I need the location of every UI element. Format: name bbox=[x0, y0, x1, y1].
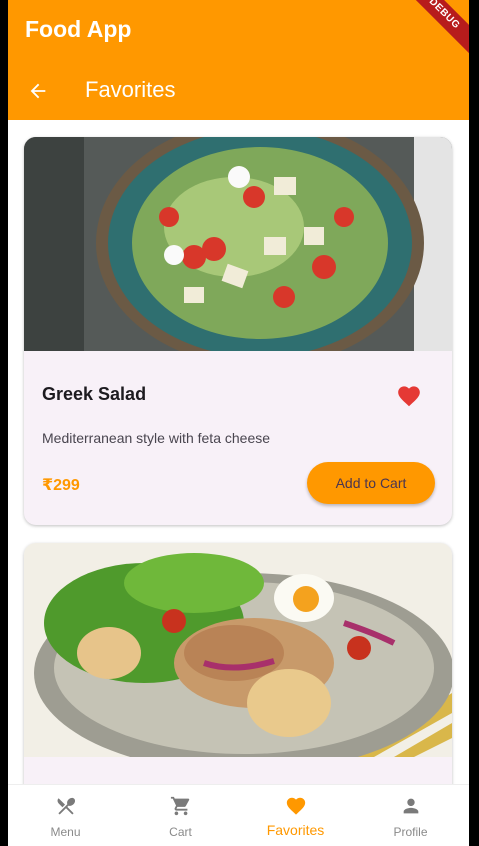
favorite-card bbox=[24, 543, 452, 784]
app-bar: Food App Favorites DEBUG bbox=[8, 0, 469, 120]
bottom-navigation: Menu Cart Favorites Profile bbox=[8, 784, 469, 846]
nav-item-profile[interactable]: Profile bbox=[353, 785, 468, 846]
dish-name: Greek Salad bbox=[42, 384, 147, 404]
nav-item-menu[interactable]: Menu bbox=[8, 785, 123, 846]
nav-item-favorites[interactable]: Favorites bbox=[238, 785, 353, 846]
nav-label: Favorites bbox=[266, 822, 325, 838]
heart-icon[interactable] bbox=[396, 383, 422, 407]
cart-icon bbox=[170, 796, 190, 816]
add-to-cart-button[interactable]: Add to Cart bbox=[307, 462, 435, 504]
dish-price: ₹299 bbox=[42, 477, 80, 494]
dish-description: Mediterranean style with feta cheese bbox=[42, 430, 271, 446]
favorite-card: Greek Salad Mediterranean style with fet… bbox=[24, 137, 452, 525]
back-arrow-icon[interactable] bbox=[27, 80, 49, 102]
app-title: Food App bbox=[25, 16, 132, 42]
page-title: Favorites bbox=[85, 77, 176, 102]
nav-label: Profile bbox=[393, 825, 428, 839]
heart-icon bbox=[286, 797, 306, 815]
favorites-list[interactable]: Greek Salad Mediterranean style with fet… bbox=[8, 120, 469, 784]
phone-screen: Food App Favorites DEBUG Greek Salad Med… bbox=[8, 0, 469, 846]
person-icon bbox=[403, 798, 419, 814]
restaurant-icon bbox=[57, 797, 76, 815]
debug-banner: DEBUG bbox=[398, 0, 469, 60]
greek-salad-image bbox=[24, 137, 452, 351]
nav-item-cart[interactable]: Cart bbox=[123, 785, 238, 846]
nav-label: Cart bbox=[169, 825, 192, 839]
nav-label: Menu bbox=[50, 825, 81, 839]
chicken-salad-image bbox=[24, 543, 452, 757]
